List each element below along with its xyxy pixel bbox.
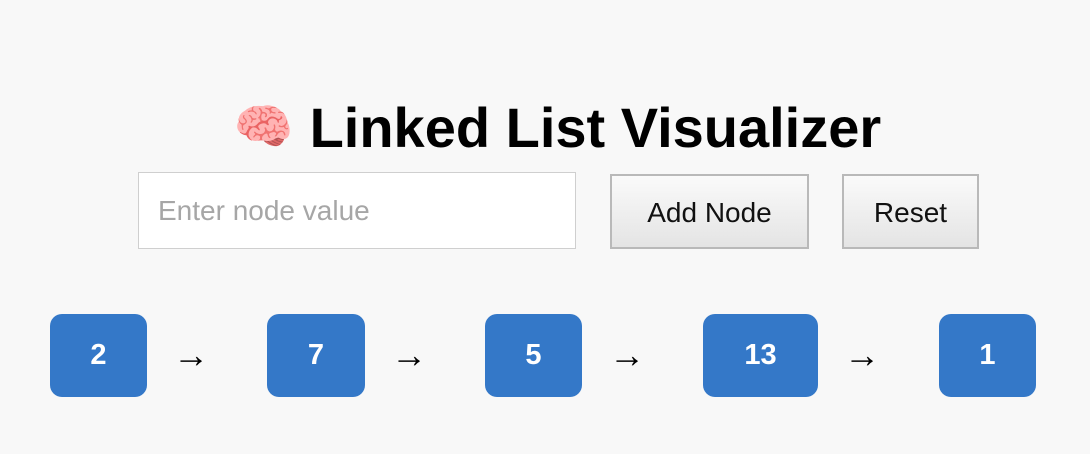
arrow-right-icon: → — [844, 334, 880, 375]
list-node: 5 — [485, 314, 582, 397]
add-node-button[interactable]: Add Node — [610, 174, 809, 249]
visualizer-page: 🧠 Linked List Visualizer Add Node Reset 2… — [0, 0, 1090, 454]
list-node: 13 — [703, 314, 818, 397]
arrow-right-icon: → — [173, 334, 209, 375]
arrow-right-icon: → — [391, 334, 427, 375]
arrow-right-icon: → — [609, 334, 645, 375]
node-value-input[interactable] — [138, 172, 576, 249]
list-node: 7 — [267, 314, 365, 397]
page-title: 🧠 Linked List Visualizer — [0, 90, 1090, 166]
reset-button[interactable]: Reset — [842, 174, 979, 249]
title-text: Linked List Visualizer — [309, 95, 882, 159]
list-node: 2 — [50, 314, 147, 397]
brain-icon: 🧠 — [233, 100, 294, 154]
list-node: 1 — [939, 314, 1036, 397]
